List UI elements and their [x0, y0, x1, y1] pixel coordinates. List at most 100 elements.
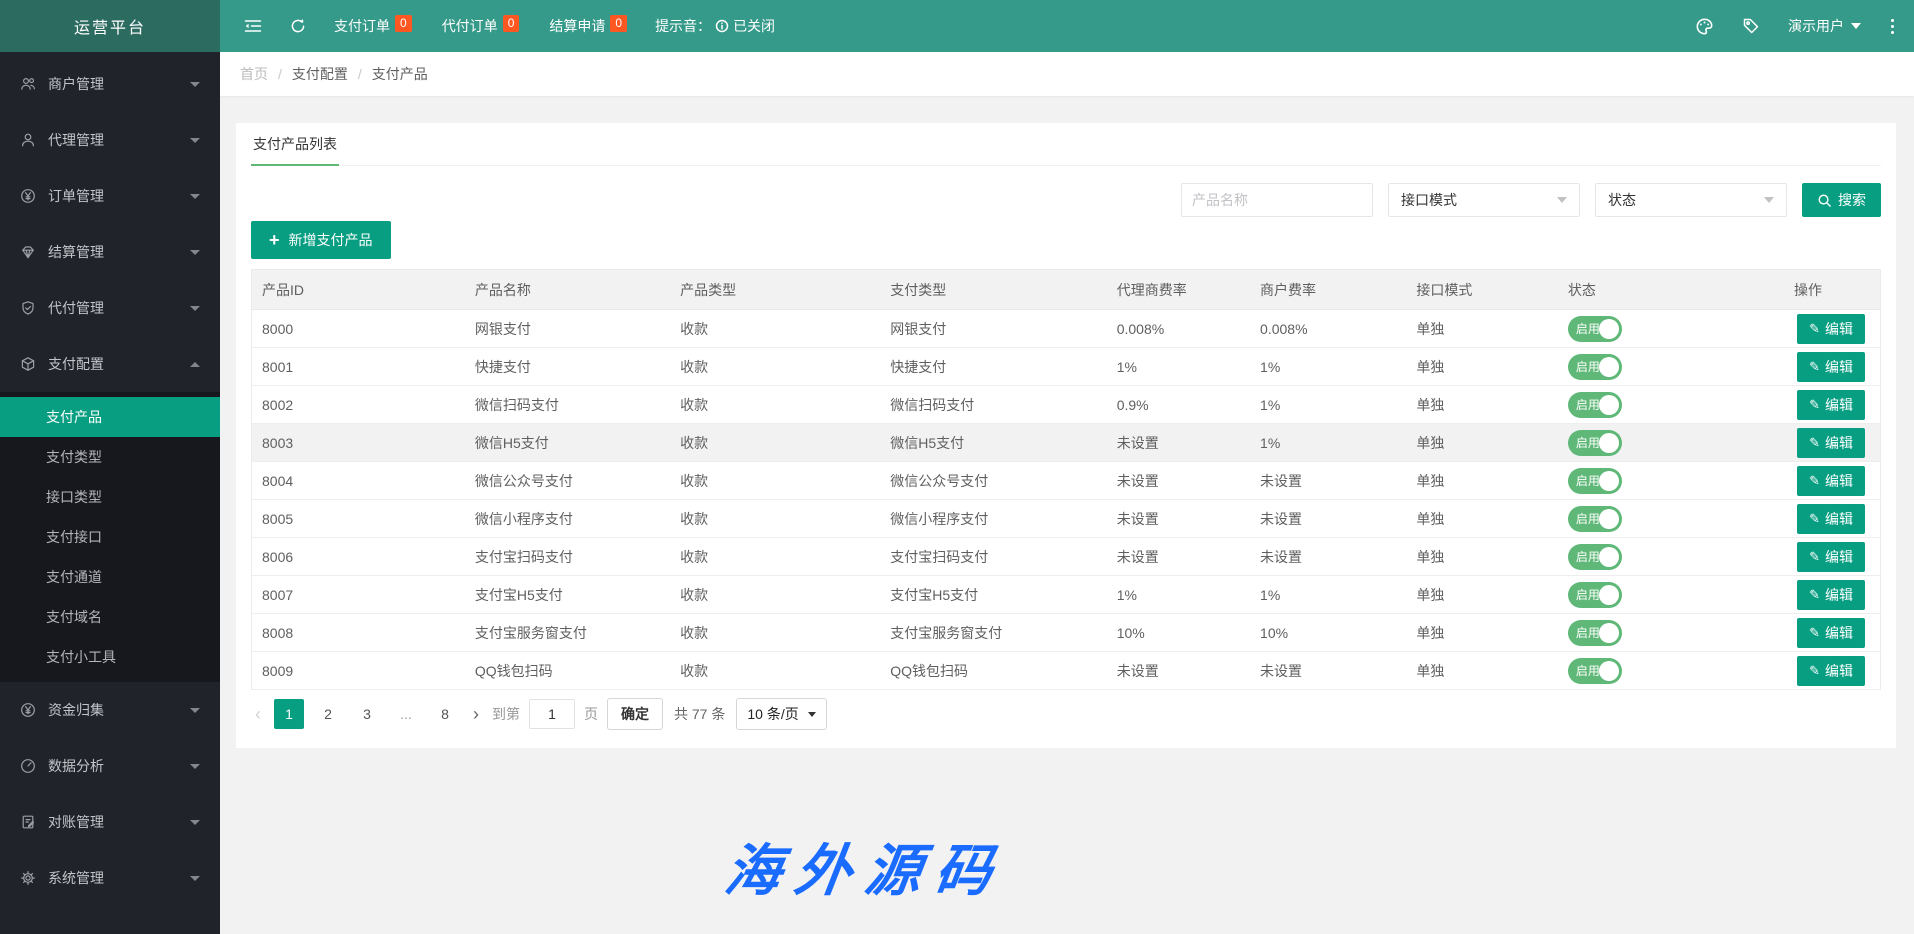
yen-icon	[20, 702, 36, 718]
status-select[interactable]: 状态	[1595, 183, 1787, 217]
cell-merchant-rate[interactable]: 10%	[1250, 614, 1406, 652]
edit-button[interactable]: ✎ 编辑	[1797, 314, 1865, 344]
cell-product-type: 收款	[670, 386, 880, 424]
sidebar-item-pay-config[interactable]: 支付配置	[0, 336, 220, 392]
chevron-down-icon	[190, 82, 200, 87]
edit-button[interactable]: ✎ 编辑	[1797, 352, 1865, 382]
sidebar-subitem-pay-interface[interactable]: 支付接口	[0, 517, 220, 557]
table-header-row: 产品ID产品名称产品类型支付类型代理商费率商户费率接口模式状态操作	[252, 270, 1881, 310]
page-number-1[interactable]: 1	[274, 699, 304, 729]
interface-mode-select[interactable]: 接口模式	[1388, 183, 1580, 217]
edit-button[interactable]: ✎ 编辑	[1797, 428, 1865, 458]
status-toggle[interactable]: 启用	[1568, 316, 1622, 342]
chevron-down-icon	[190, 820, 200, 825]
status-toggle[interactable]: 启用	[1568, 620, 1622, 646]
sidebar-item-agent[interactable]: 代理管理	[0, 112, 220, 168]
tab-pay-product-list[interactable]: 支付产品列表	[251, 123, 339, 165]
collapse-menu-icon[interactable]	[244, 18, 262, 34]
confirm-page-button[interactable]: 确定	[607, 698, 663, 730]
pencil-icon: ✎	[1809, 663, 1820, 679]
status-toggle[interactable]: 启用	[1568, 468, 1622, 494]
cell-merchant-rate[interactable]: 1%	[1250, 424, 1406, 462]
edit-button[interactable]: ✎ 编辑	[1797, 542, 1865, 572]
cell-agent-rate[interactable]: 0.008%	[1107, 310, 1250, 348]
cell-agent-rate[interactable]: 1%	[1107, 348, 1250, 386]
status-toggle[interactable]: 启用	[1568, 658, 1622, 684]
cell-merchant-rate[interactable]: 1%	[1250, 348, 1406, 386]
goto-page-input[interactable]	[529, 699, 575, 729]
edit-button[interactable]: ✎ 编辑	[1797, 580, 1865, 610]
per-page-select[interactable]: 10 条/页	[736, 698, 826, 730]
palette-icon[interactable]	[1695, 17, 1714, 36]
edit-button[interactable]: ✎ 编辑	[1797, 466, 1865, 496]
status-toggle-label: 启用	[1576, 320, 1600, 337]
column-header: 接口模式	[1406, 270, 1557, 310]
prev-page-icon[interactable]: ‹	[251, 704, 265, 725]
status-toggle[interactable]: 启用	[1568, 506, 1622, 532]
edit-button-label: 编辑	[1825, 585, 1853, 605]
sound-notice[interactable]: 提示音： 已关闭	[655, 16, 775, 36]
edit-button[interactable]: ✎ 编辑	[1797, 504, 1865, 534]
pencil-icon: ✎	[1809, 473, 1820, 489]
edit-button[interactable]: ✎ 编辑	[1797, 656, 1865, 686]
edit-button[interactable]: ✎ 编辑	[1797, 390, 1865, 420]
tag-icon[interactable]	[1742, 17, 1760, 35]
breadcrumb-home[interactable]: 首页	[240, 64, 268, 84]
page-number-2[interactable]: 2	[313, 699, 343, 729]
cell-merchant-rate[interactable]: 0.008%	[1250, 310, 1406, 348]
sidebar-subitem-pay-channel[interactable]: 支付通道	[0, 557, 220, 597]
add-pay-product-button[interactable]: + 新增支付产品	[251, 221, 391, 259]
page-number-3[interactable]: 3	[352, 699, 382, 729]
status-toggle-label: 启用	[1576, 396, 1600, 413]
sidebar-item-system[interactable]: 系统管理	[0, 850, 220, 906]
edit-button-label: 编辑	[1825, 319, 1853, 339]
cell-agent-rate[interactable]: 10%	[1107, 614, 1250, 652]
sidebar-subitem-pay-product[interactable]: 支付产品	[0, 397, 220, 437]
users-icon	[20, 76, 36, 92]
chevron-down-icon	[1764, 197, 1774, 203]
user-menu[interactable]: 演示用户	[1788, 16, 1861, 36]
sidebar-item-label: 系统管理	[48, 868, 190, 888]
sidebar-subitem-pay-domain[interactable]: 支付域名	[0, 597, 220, 637]
next-page-icon[interactable]: ›	[469, 704, 483, 725]
search-button[interactable]: 搜索	[1802, 183, 1881, 217]
sidebar-item-order[interactable]: 订单管理	[0, 168, 220, 224]
status-toggle[interactable]: 启用	[1568, 354, 1622, 380]
card-tabs: 支付产品列表	[251, 123, 1881, 166]
cell-agent-rate[interactable]: 1%	[1107, 576, 1250, 614]
cell-product-type: 收款	[670, 348, 880, 386]
more-options-icon[interactable]	[1889, 17, 1896, 36]
cell-product-id: 8005	[252, 500, 465, 538]
sidebar-item-settlement[interactable]: 结算管理	[0, 224, 220, 280]
column-header: 产品类型	[670, 270, 880, 310]
status-toggle[interactable]: 启用	[1568, 582, 1622, 608]
status-toggle[interactable]: 启用	[1568, 430, 1622, 456]
refresh-icon[interactable]	[290, 18, 306, 34]
column-header: 产品ID	[252, 270, 465, 310]
cell-actions: ✎ 编辑	[1775, 500, 1881, 538]
sidebar-subitem-interface-type[interactable]: 接口类型	[0, 477, 220, 517]
cell-merchant-rate[interactable]: 1%	[1250, 576, 1406, 614]
status-toggle[interactable]: 启用	[1568, 544, 1622, 570]
sidebar-subitem-pay-tools[interactable]: 支付小工具	[0, 637, 220, 677]
page-number-8[interactable]: 8	[430, 699, 460, 729]
edit-button[interactable]: ✎ 编辑	[1797, 618, 1865, 648]
sidebar-item-merchant[interactable]: 商户管理	[0, 56, 220, 112]
status-toggle[interactable]: 启用	[1568, 392, 1622, 418]
sidebar-subitem-pay-type[interactable]: 支付类型	[0, 437, 220, 477]
cell-merchant-rate[interactable]: 1%	[1250, 386, 1406, 424]
topbar-tab-pay-order[interactable]: 支付订单0	[334, 18, 412, 35]
column-header: 代理商费率	[1107, 270, 1250, 310]
topbar-tab-settlement-apply[interactable]: 结算申请0	[549, 18, 627, 35]
breadcrumb-pay-config[interactable]: 支付配置	[292, 64, 348, 84]
cell-actions: ✎ 编辑	[1775, 348, 1881, 386]
topbar-tab-payout-order[interactable]: 代付订单0	[442, 18, 520, 35]
cell-agent-rate[interactable]: 0.9%	[1107, 386, 1250, 424]
product-name-input[interactable]	[1181, 183, 1373, 217]
sidebar-item-reconciliation[interactable]: 对账管理	[0, 794, 220, 850]
sidebar-item-data-analysis[interactable]: 数据分析	[0, 738, 220, 794]
search-icon	[1817, 193, 1832, 208]
status-toggle-label: 启用	[1576, 434, 1600, 451]
sidebar-item-fund-collection[interactable]: 资金归集	[0, 682, 220, 738]
sidebar-item-payout[interactable]: 代付管理	[0, 280, 220, 336]
